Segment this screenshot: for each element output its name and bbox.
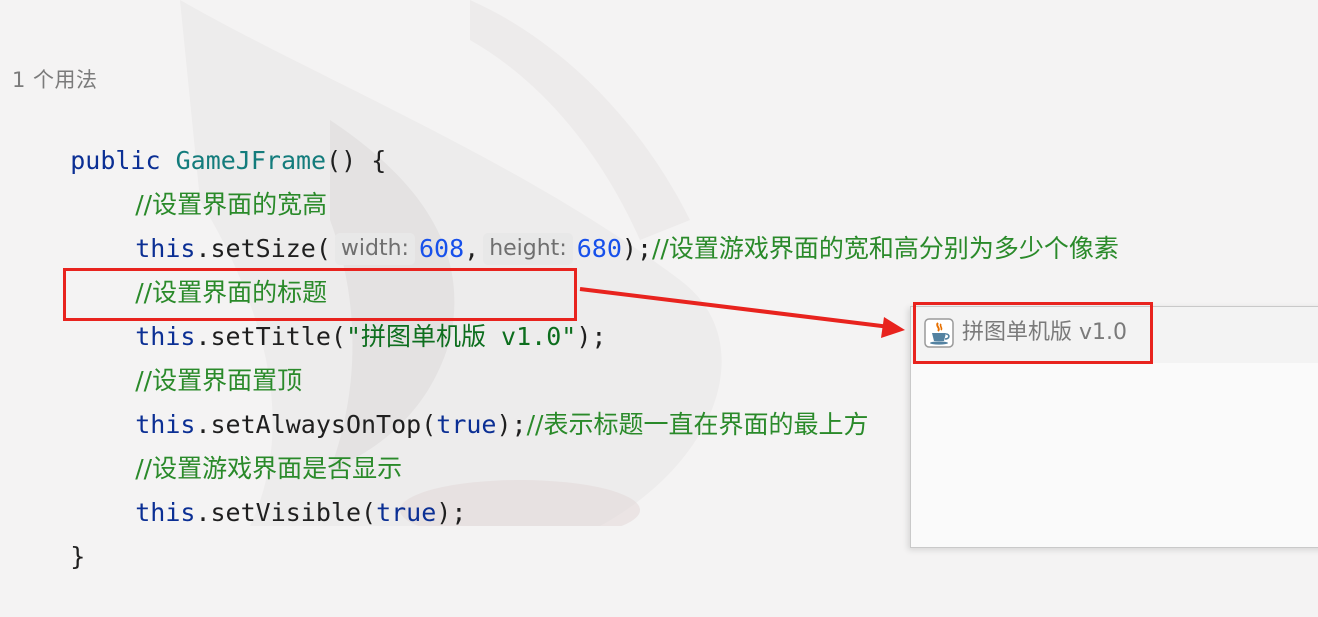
code-text: ); <box>621 234 652 263</box>
code-line-closing-brace: } <box>10 497 85 571</box>
code-line-setsize: this.setSize(width: 608, height: 680);//设置游… <box>75 189 1119 265</box>
code-text: , <box>464 234 480 263</box>
number-literal: 608 <box>418 234 465 263</box>
window-title-highlight-box <box>913 302 1153 364</box>
code-line-comment: //设置游戏界面是否显示 <box>75 409 402 483</box>
code-line-setalwaysontop: this.setAlwaysOnTop(true);//表示标题一直在界面的最上… <box>75 365 868 439</box>
code-text: () { <box>326 146 387 175</box>
code-line-comment: //设置界面置顶 <box>75 321 302 395</box>
code-text: ); <box>496 410 527 439</box>
comment: //设置游戏界面的宽和高分别为多少个像素 <box>652 234 1119 263</box>
code-line-constructor: public GameJFrame() { <box>10 101 386 175</box>
keyword: true <box>436 410 497 439</box>
code-text: ); <box>576 322 607 351</box>
closing-brace: } <box>70 542 86 571</box>
parameter-hint-height: height: <box>483 233 573 265</box>
usage-hint[interactable]: 1 个用法 <box>12 64 98 94</box>
settitle-highlight-box <box>63 268 577 321</box>
code-line-comment: //设置界面的宽高 <box>75 145 327 219</box>
code-text: ); <box>436 498 467 527</box>
keyword: this <box>135 498 196 527</box>
number-literal: 680 <box>576 234 622 263</box>
method-call: .setVisible( <box>195 498 377 527</box>
comment: //表示标题一直在界面的最上方 <box>526 410 869 439</box>
code-line-setvisible: this.setVisible(true); <box>75 453 466 527</box>
keyword: true <box>376 498 437 527</box>
parameter-hint-width: width: <box>334 233 415 265</box>
code-line-comment: //设置界面的标题 <box>75 233 327 307</box>
string-literal: "拼图单机版 v1.0" <box>345 322 577 351</box>
